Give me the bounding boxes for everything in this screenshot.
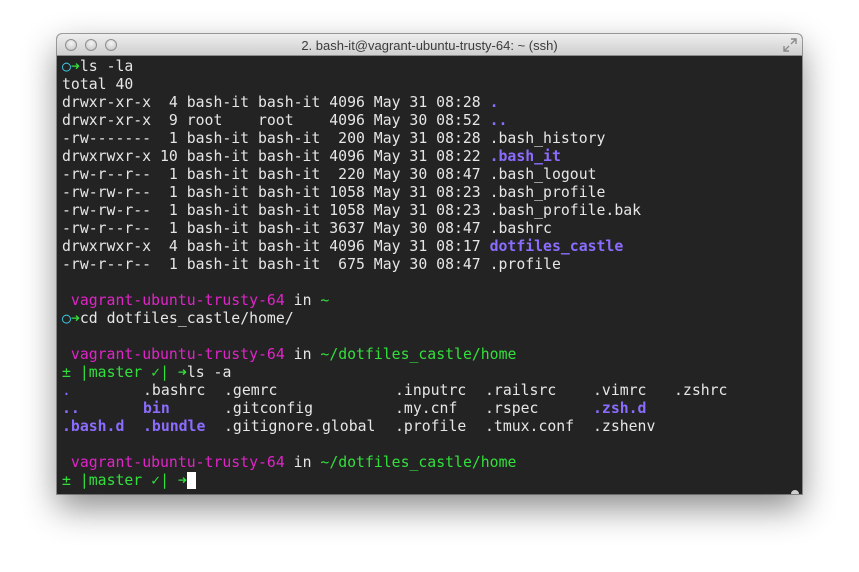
ls-a-row: .bash.d .bundle .gitignore.global .profile.…: [62, 418, 802, 436]
scrollbar[interactable]: [791, 490, 799, 494]
list-item: -rw-r--r-- 1 bash-it bash-it 3637 May 30…: [62, 220, 802, 238]
file-name: .: [489, 94, 499, 111]
file-name: .bash_history: [489, 130, 606, 147]
file-meta: -rw-rw-r-- 1 bash-it bash-it 1058 May 31…: [62, 184, 490, 201]
file-name: .bashrc: [143, 382, 206, 399]
file-name: .my.cnf: [395, 400, 458, 417]
list-item: drwxr-xr-x 4 bash-it bash-it 4096 May 31…: [62, 94, 802, 112]
file-name: .bash_profile: [489, 184, 606, 201]
window-title: 2. bash-it@vagrant-ubuntu-trusty-64: ~ (…: [301, 38, 558, 53]
file-name: .bash_logout: [489, 166, 597, 183]
file-name: .bash_profile.bak: [489, 202, 642, 219]
file-meta: drwxrwxr-x 4 bash-it bash-it 4096 May 31…: [62, 238, 490, 255]
terminal-window: 2. bash-it@vagrant-ubuntu-trusty-64: ~ (…: [57, 34, 802, 494]
check-icon: ✓: [151, 472, 161, 489]
plusminus-icon: ±: [62, 364, 71, 381]
git-branch: master: [88, 472, 143, 489]
arrow-icon: ➜: [70, 310, 80, 327]
command-text: ls -la: [79, 58, 134, 75]
arrow-icon: ➜: [70, 58, 80, 75]
in-text: in: [293, 346, 312, 363]
prompt-line: ○➜cd dotfiles_castle/home/: [62, 310, 802, 328]
separator-icon: |: [160, 364, 169, 381]
file-meta: drwxrwxr-x 10 bash-it bash-it 4096 May 3…: [62, 148, 490, 165]
hostname: vagrant-ubuntu-trusty-64: [70, 454, 285, 471]
file-meta: -rw------- 1 bash-it bash-it 200 May 31 …: [62, 130, 490, 147]
file-name: .zsh.d: [593, 400, 647, 417]
fullscreen-icon[interactable]: [783, 38, 797, 52]
file-name: .: [62, 382, 71, 399]
list-item: -rw-r--r-- 1 bash-it bash-it 675 May 30 …: [62, 256, 802, 274]
ls-la-listing: drwxr-xr-x 4 bash-it bash-it 4096 May 31…: [62, 94, 802, 274]
check-icon: ✓: [151, 364, 161, 381]
file-name: .bash_it: [489, 148, 561, 165]
file-meta: drwxr-xr-x 4 bash-it bash-it 4096 May 31…: [62, 94, 490, 111]
list-item: drwxr-xr-x 9 root root 4096 May 30 08:52…: [62, 112, 802, 130]
file-meta: -rw-r--r-- 1 bash-it bash-it 675 May 30 …: [62, 256, 490, 273]
file-name: .tmux.conf: [485, 418, 575, 435]
in-text: in: [293, 292, 312, 309]
file-name: .bashrc: [489, 220, 552, 237]
file-name: ..: [489, 112, 508, 129]
arrow-icon: ➜: [177, 364, 187, 381]
host-line: vagrant-ubuntu-trusty-64 in ~/dotfiles_c…: [62, 454, 802, 472]
hostname: vagrant-ubuntu-trusty-64: [70, 292, 285, 309]
list-item: -rw-rw-r-- 1 bash-it bash-it 1058 May 31…: [62, 202, 802, 220]
file-name: .profile: [395, 418, 467, 435]
text-cursor: [186, 472, 196, 489]
separator-icon: |: [160, 472, 169, 489]
file-name: .bundle: [143, 418, 206, 435]
command-text: cd dotfiles_castle/home/: [79, 310, 294, 327]
file-meta: drwxr-xr-x 9 root root 4096 May 30 08:52: [62, 112, 490, 129]
file-name: .zshenv: [593, 418, 656, 435]
hostname: vagrant-ubuntu-trusty-64: [70, 346, 285, 363]
file-name: .rspec: [485, 400, 539, 417]
prompt-circle-icon: ○: [62, 310, 71, 327]
list-item: -rw------- 1 bash-it bash-it 200 May 31 …: [62, 130, 802, 148]
file-name: bin: [143, 400, 170, 417]
list-item: drwxrwxr-x 4 bash-it bash-it 4096 May 31…: [62, 238, 802, 256]
file-name: .zshrc: [674, 382, 728, 399]
file-name: .vimrc: [593, 382, 647, 399]
file-name: dotfiles_castle: [489, 238, 624, 255]
title-bar[interactable]: 2. bash-it@vagrant-ubuntu-trusty-64: ~ (…: [57, 34, 802, 56]
file-name: .gitconfig: [224, 400, 314, 417]
host-line: vagrant-ubuntu-trusty-64 in ~/dotfiles_c…: [62, 346, 802, 364]
arrow-icon: ➜: [177, 472, 187, 489]
file-name: ..: [62, 400, 80, 417]
current-path: ~: [320, 292, 330, 309]
current-path: ~/dotfiles_castle/home: [320, 346, 517, 363]
file-name: .profile: [489, 256, 561, 273]
list-item: drwxrwxr-x 10 bash-it bash-it 4096 May 3…: [62, 148, 802, 166]
list-item: -rw-rw-r-- 1 bash-it bash-it 1058 May 31…: [62, 184, 802, 202]
prompt-line: ○➜ls -la: [62, 58, 802, 76]
ls-a-row: .. bin .gitconfig .my.cnf .rspec .zsh.d: [62, 400, 802, 418]
terminal-output[interactable]: ○➜ls -la total 40 drwxr-xr-x 4 bash-it b…: [57, 56, 802, 494]
file-name: .railsrc: [485, 382, 557, 399]
output-line: total 40: [62, 76, 134, 93]
file-name: .gemrc: [224, 382, 278, 399]
file-name: .bash.d: [62, 418, 125, 435]
host-line: vagrant-ubuntu-trusty-64 in ~: [62, 292, 802, 310]
separator-icon: |: [79, 364, 89, 381]
plusminus-icon: ±: [62, 472, 71, 489]
ls-a-row: . .bashrc .gemrc .inputrc .railsrc .vimrc .zsh…: [62, 382, 802, 400]
prompt-line: ± |master ✓| ➜ls -a: [62, 364, 802, 382]
file-meta: -rw-rw-r-- 1 bash-it bash-it 1058 May 31…: [62, 202, 490, 219]
command-text: ls -a: [186, 364, 232, 381]
list-item: -rw-r--r-- 1 bash-it bash-it 220 May 30 …: [62, 166, 802, 184]
file-meta: -rw-r--r-- 1 bash-it bash-it 220 May 30 …: [62, 166, 490, 183]
git-branch: master: [88, 364, 143, 381]
prompt-circle-icon: ○: [62, 58, 71, 75]
file-name: .gitignore.global: [224, 418, 376, 435]
separator-icon: |: [79, 472, 89, 489]
in-text: in: [293, 454, 312, 471]
current-path: ~/dotfiles_castle/home: [320, 454, 517, 471]
file-name: .inputrc: [395, 382, 467, 399]
prompt-line: ± |master ✓| ➜: [62, 472, 802, 490]
file-meta: -rw-r--r-- 1 bash-it bash-it 3637 May 30…: [62, 220, 490, 237]
